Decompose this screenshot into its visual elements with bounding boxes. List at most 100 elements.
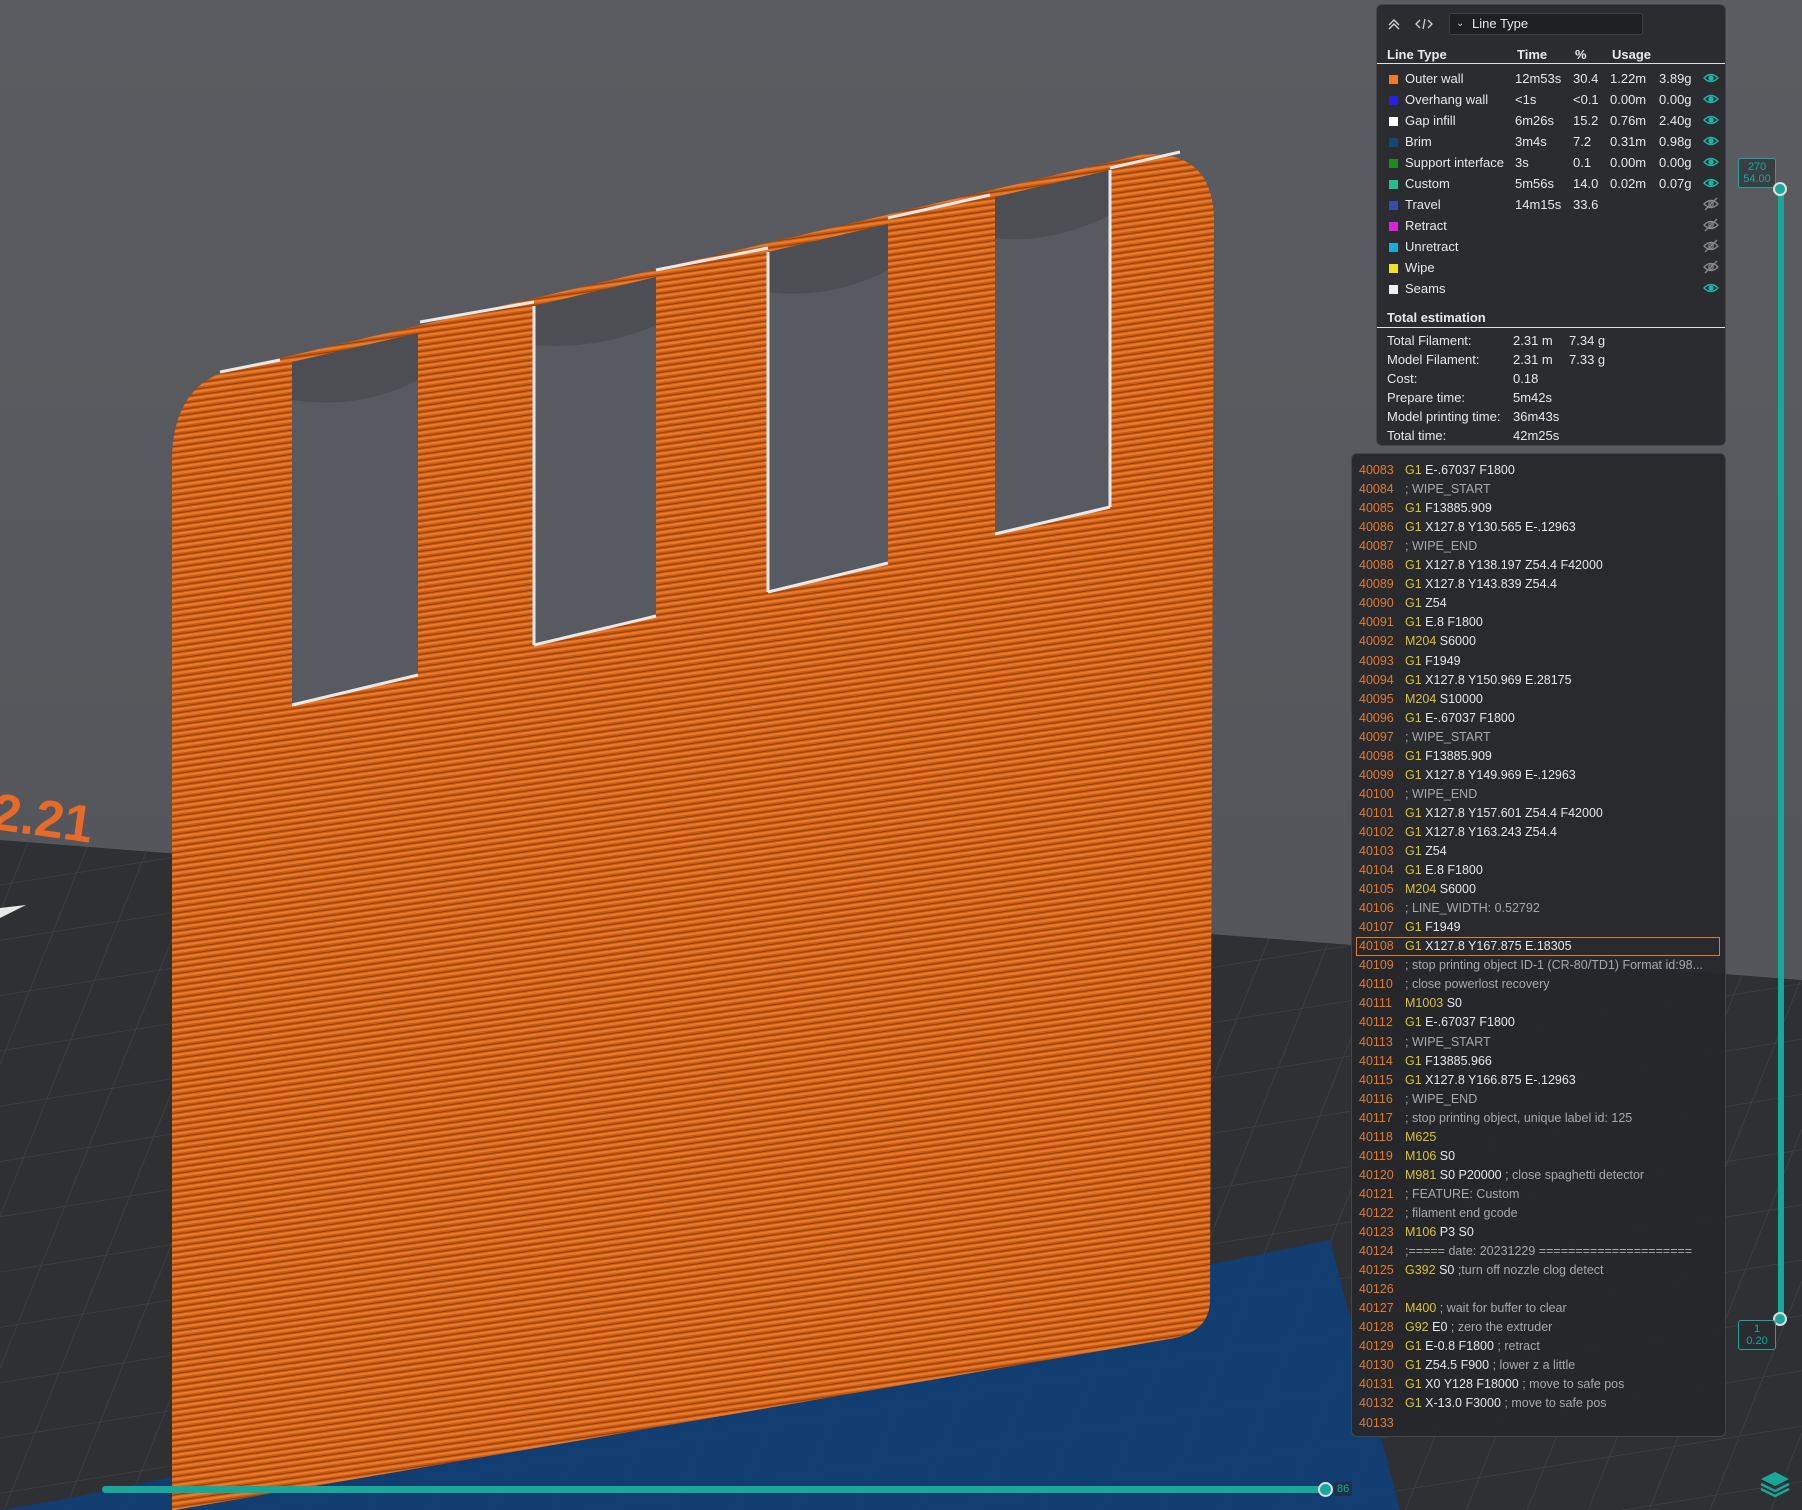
eye-icon[interactable] [1703,154,1719,170]
eye-icon[interactable] [1703,112,1719,128]
gcode-line[interactable]: 40121 ; FEATURE: Custom [1356,1185,1720,1204]
gcode-command: G1 [1405,710,1422,725]
line-type-row[interactable]: Unretract [1377,237,1725,257]
line-type-row[interactable]: Seams [1377,279,1725,299]
gcode-line[interactable]: 40097 ; WIPE_START [1356,728,1720,747]
gcode-line[interactable]: 40103 G1 Z54 [1356,842,1720,861]
eye-off-icon[interactable] [1703,196,1719,212]
gcode-line[interactable]: 40100 ; WIPE_END [1356,785,1720,804]
eye-off-icon[interactable] [1703,217,1719,233]
move-slider-handle[interactable] [1318,1482,1333,1497]
gcode-line[interactable]: 40115 G1 X127.8 Y166.875 E-.12963 [1356,1071,1720,1090]
gcode-line[interactable]: 40109 ; stop printing object ID-1 (CR-80/… [1356,956,1720,975]
gcode-line[interactable]: 40111 M1003 S0 [1356,994,1720,1013]
gcode-command: M400 [1405,1301,1437,1316]
line-type-row[interactable]: Travel 14m15s 33.6 [1377,195,1725,215]
gcode-command: M204 [1405,691,1437,706]
gcode-line[interactable]: 40088 G1 X127.8 Y138.197 Z54.4 F42000 [1356,556,1720,575]
gcode-line-number: 40110 [1359,977,1393,992]
line-type-row[interactable]: Outer wall 12m53s 30.4 1.22m 3.89g [1377,69,1725,89]
total-value-secondary: 7.34 g [1569,333,1606,348]
color-swatch [1389,243,1398,252]
gcode-line[interactable]: 40116 ; WIPE_END [1356,1090,1720,1109]
gcode-line[interactable]: 40090 G1 Z54 [1356,594,1720,613]
eye-icon[interactable] [1703,280,1719,296]
line-type-row[interactable]: Support interface 3s 0.1 0.00m 0.00g [1377,153,1725,173]
line-type-row[interactable]: Overhang wall <1s <0.1 0.00m 0.00g [1377,90,1725,110]
gcode-line[interactable]: 40112 G1 E-.67037 F1800 [1356,1013,1720,1032]
gcode-line[interactable]: 40094 G1 X127.8 Y150.969 E.28175 [1356,671,1720,690]
gcode-line-selected[interactable]: 40108 G1 X127.8 Y167.875 E.18305 [1356,937,1720,957]
layers-icon[interactable] [1758,1466,1792,1500]
gcode-params: Z54.5 F900 [1421,1358,1490,1373]
gcode-line[interactable]: 40102 G1 X127.8 Y163.243 Z54.4 [1356,823,1720,842]
gcode-line[interactable]: 40124 ;===== date: 20231229 =============… [1356,1242,1720,1261]
gcode-line[interactable]: 40122 ; filament end gcode [1356,1204,1720,1223]
line-type-row[interactable]: Retract [1377,216,1725,236]
layer-slider-top-handle[interactable] [1773,182,1787,196]
gcode-params: E-0.8 F1800 [1421,1339,1494,1354]
gcode-command: M106 [1405,1225,1437,1239]
line-type-time: 3m4s [1515,134,1547,149]
gcode-line-number: 40103 [1359,844,1394,858]
gcode-line[interactable]: 40131 G1 X0 Y128 F18000 ; move to safe po… [1356,1375,1720,1394]
line-type-percent: 14.0 [1573,176,1599,191]
gcode-line[interactable]: 40096 G1 E-.67037 F1800 [1356,709,1720,728]
gcode-line[interactable]: 40101 G1 X127.8 Y157.601 Z54.4 F42000 [1356,804,1720,823]
gcode-line[interactable]: 40083 G1 E-.67037 F1800 [1356,461,1720,480]
gcode-line[interactable]: 40089 G1 X127.8 Y143.839 Z54.4 [1356,575,1720,594]
gcode-line[interactable]: 40123 M106 P3 S0 [1356,1223,1720,1242]
gcode-line[interactable]: 40119 M106 S0 [1356,1147,1720,1166]
move-slider-track[interactable] [102,1486,1327,1493]
gcode-line[interactable]: 40093 G1 F1949 [1356,652,1720,671]
line-type-row[interactable]: Wipe [1377,258,1725,278]
gcode-line[interactable]: 40084 ; WIPE_START [1356,480,1720,499]
gcode-line[interactable]: 40128 G92 E0 ; zero the extruder [1356,1318,1720,1337]
eye-off-icon[interactable] [1703,238,1719,254]
eye-icon[interactable] [1703,91,1719,107]
gcode-line[interactable]: 40126 [1356,1280,1720,1299]
gcode-line[interactable]: 40110 ; close powerlost recovery [1356,975,1720,994]
gcode-line[interactable]: 40106 ; LINE_WIDTH: 0.52792 [1356,899,1720,918]
line-type-row[interactable]: Custom 5m56s 14.0 0.02m 0.07g [1377,174,1725,194]
gcode-line[interactable]: 40117 ; stop printing object, unique labe… [1356,1109,1720,1128]
gcode-line[interactable]: 40107 G1 F1949 [1356,918,1720,937]
eye-icon[interactable] [1703,175,1719,191]
gcode-line[interactable]: 40118 M625 [1356,1128,1720,1147]
gcode-viewer-panel[interactable]: 40083 G1 E-.67037 F1800 40084; WIPE_START 4… [1351,453,1726,1437]
gcode-line[interactable]: 40130 G1 Z54.5 F900 ; lower z a little [1356,1356,1720,1375]
line-type-usage-length: 1.22m [1610,71,1647,86]
gcode-line[interactable]: 40092 M204 S6000 [1356,632,1720,651]
gcode-line[interactable]: 40085 G1 F13885.909 [1356,499,1720,518]
gcode-comment: ; close spaghetti detector [1501,1167,1645,1182]
gcode-line[interactable]: 40113 ; WIPE_START [1356,1033,1720,1052]
gcode-command: G1 [1405,805,1422,820]
layer-slider-track[interactable] [1778,188,1784,1320]
collapse-icon[interactable] [1383,15,1405,35]
gcode-line[interactable]: 40099 G1 X127.8 Y149.969 E-.12963 [1356,766,1720,785]
gcode-line[interactable]: 40095 M204 S10000 [1356,690,1720,709]
gcode-line[interactable]: 40114 G1 F13885.966 [1356,1052,1720,1071]
gcode-line[interactable]: 40086 G1 X127.8 Y130.565 E-.12963 [1356,518,1720,537]
gcode-line[interactable]: 40098 G1 F13885.909 [1356,747,1720,766]
eye-icon[interactable] [1703,133,1719,149]
gcode-line[interactable]: 40091 G1 E.8 F1800 [1356,613,1720,632]
eye-icon[interactable] [1703,70,1719,86]
eye-off-icon[interactable] [1703,259,1719,275]
line-type-time: 3s [1515,155,1529,170]
gcode-line[interactable]: 40132 G1 X-13.0 F3000 ; move to safe pos [1356,1394,1720,1413]
gcode-line[interactable]: 40105 M204 S6000 [1356,880,1720,899]
gcode-line[interactable]: 40129 G1 E-0.8 F1800 ; retract [1356,1337,1720,1356]
code-view-icon[interactable] [1413,15,1435,35]
gcode-line[interactable]: 40104 G1 E.8 F1800 [1356,861,1720,880]
gcode-line[interactable]: 40133 [1356,1414,1720,1433]
gcode-line[interactable]: 40087 ; WIPE_END [1356,537,1720,556]
view-type-dropdown[interactable]: ⌄ Line Type [1449,13,1643,35]
gcode-line[interactable]: 40127 M400 ; wait for buffer to clear [1356,1299,1720,1318]
gcode-line[interactable]: 40120 M981 S0 P20000 ; close spaghetti de… [1356,1166,1720,1185]
gcode-line[interactable]: 40125 G392 S0 ;turn off nozzle clog detec… [1356,1261,1720,1280]
bottom-layer-number: 1 [1753,1323,1761,1335]
line-type-row[interactable]: Brim 3m4s 7.2 0.31m 0.98g [1377,132,1725,152]
line-type-row[interactable]: Gap infill 6m26s 15.2 0.76m 2.40g [1377,111,1725,131]
top-layer-number: 270 [1747,161,1767,173]
